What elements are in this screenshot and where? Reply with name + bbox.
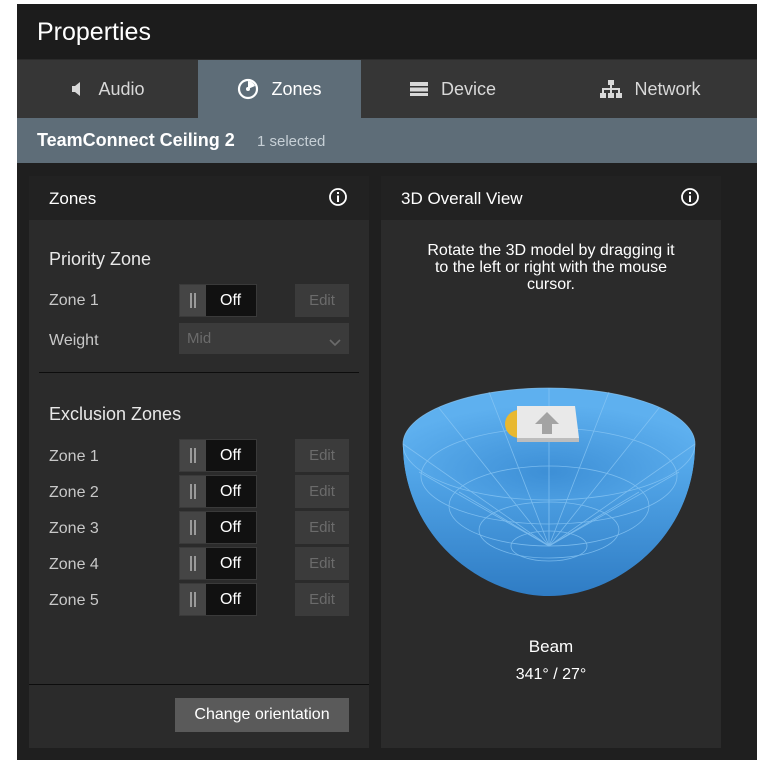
device-icon	[409, 81, 429, 97]
exclusion-zone-toggle[interactable]: Off	[179, 439, 257, 472]
toggle-state: Off	[220, 591, 242, 608]
tab-audio[interactable]: Audio	[17, 60, 198, 118]
weight-label: Weight	[49, 332, 99, 349]
toggle-handle	[180, 285, 206, 316]
selection-bar: TeamConnect Ceiling 2 1 selected	[17, 118, 757, 163]
toggle-state: Off	[220, 292, 242, 309]
exclusion-zone-edit-button[interactable]: Edit	[295, 439, 349, 472]
footer-divider	[29, 684, 369, 685]
zones-icon	[237, 78, 259, 100]
tab-bar: Audio Zones Device Network	[17, 60, 757, 118]
3d-model-view[interactable]	[399, 384, 699, 604]
exclusion-zone-label: Zone 4	[49, 556, 99, 573]
exclusion-zone-toggle[interactable]: Off	[179, 511, 257, 544]
info-icon[interactable]	[681, 188, 699, 206]
exclusion-zone-edit-button[interactable]: Edit	[295, 475, 349, 508]
weight-select[interactable]: Mid	[179, 323, 349, 354]
toggle-handle	[180, 584, 206, 615]
network-icon	[600, 80, 623, 98]
weight-value: Mid	[187, 330, 212, 347]
exclusion-zone-label: Zone 5	[49, 592, 99, 609]
exclusion-zone-label: Zone 1	[49, 448, 99, 465]
priority-zone-edit-button[interactable]: Edit	[295, 284, 349, 317]
exclusion-zone-label: Zone 3	[49, 520, 99, 537]
tab-zones[interactable]: Zones	[198, 60, 361, 118]
tab-audio-label: Audio	[98, 78, 145, 99]
change-orientation-button[interactable]: Change orientation	[175, 698, 349, 732]
section-divider	[39, 372, 359, 373]
tab-zones-label: Zones	[271, 78, 322, 99]
exclusion-zone-edit-button[interactable]: Edit	[295, 511, 349, 544]
page-title: Properties	[37, 18, 151, 46]
3d-view-panel-header: 3D Overall View	[381, 176, 721, 220]
priority-zone-toggle[interactable]: Off	[179, 284, 257, 317]
3d-view-panel: 3D Overall View Rotate the 3D model by d…	[381, 176, 721, 748]
toggle-state: Off	[220, 483, 242, 500]
exclusion-zone-edit-button[interactable]: Edit	[295, 583, 349, 616]
toggle-handle	[180, 548, 206, 579]
tab-network-label: Network	[634, 78, 701, 99]
toggle-state: Off	[220, 447, 242, 464]
selection-count: 1 selected	[257, 133, 326, 150]
toggle-state: Off	[220, 519, 242, 536]
beam-label: Beam	[528, 637, 574, 656]
properties-window: Properties Audio Zones Device Network Te…	[17, 4, 757, 760]
tab-device[interactable]: Device	[361, 60, 544, 118]
ceiling-device-model	[517, 406, 579, 442]
speaker-icon	[70, 81, 86, 97]
toggle-handle	[180, 512, 206, 543]
toggle-handle	[180, 476, 206, 507]
zones-panel-title: Zones	[49, 189, 97, 208]
exclusion-zone-label: Zone 2	[49, 484, 99, 501]
exclusion-zones-title: Exclusion Zones	[49, 404, 182, 424]
tab-network[interactable]: Network	[544, 60, 757, 118]
zones-panel: Zones Priority Zone Zone 1 Off Edit Weig…	[29, 176, 369, 748]
exclusion-zone-toggle[interactable]: Off	[179, 583, 257, 616]
priority-zone-title: Priority Zone	[49, 249, 152, 269]
header: Properties	[17, 4, 757, 60]
exclusion-zone-toggle[interactable]: Off	[179, 547, 257, 580]
chevron-down-icon	[329, 334, 341, 352]
toggle-state: Off	[220, 555, 242, 572]
rotate-hint-line-3: cursor.	[526, 276, 575, 293]
3d-view-panel-title: 3D Overall View	[401, 189, 523, 208]
toggle-handle	[180, 440, 206, 471]
exclusion-zone-toggle[interactable]: Off	[179, 475, 257, 508]
tab-device-label: Device	[440, 78, 497, 99]
zones-panel-header: Zones	[29, 176, 369, 220]
exclusion-zone-edit-button[interactable]: Edit	[295, 547, 349, 580]
rotate-hint-line-2: to the left or right with the mouse	[434, 259, 668, 276]
priority-zone-label: Zone 1	[49, 292, 99, 309]
rotate-hint-line-1: Rotate the 3D model by dragging it	[427, 242, 675, 259]
selected-device-name: TeamConnect Ceiling 2	[37, 130, 235, 150]
info-icon[interactable]	[329, 188, 347, 206]
beam-angle-value: 341° / 27°	[515, 666, 587, 683]
